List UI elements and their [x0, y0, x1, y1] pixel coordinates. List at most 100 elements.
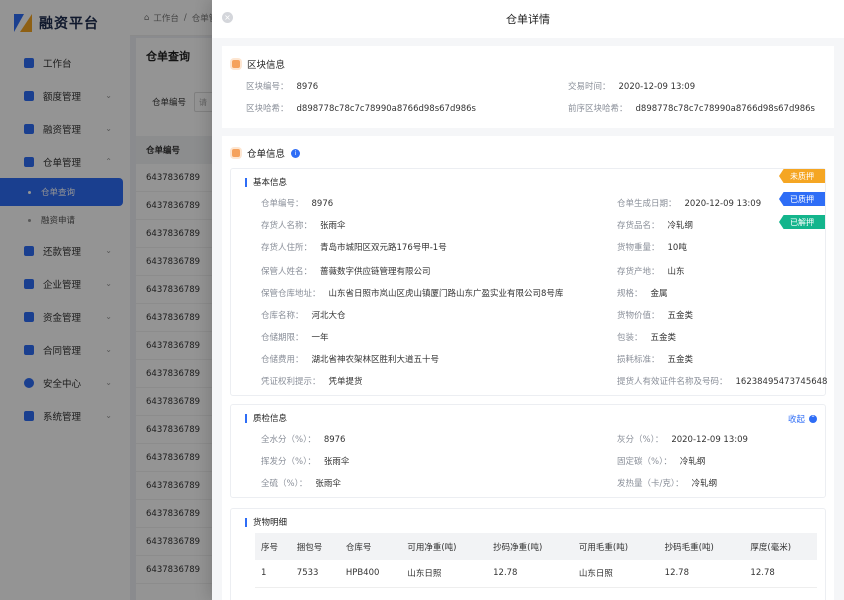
field-label: 存货人名称：: [261, 221, 313, 231]
receipt-date-field: 仓单生成日期： 2020-12-09 13:09: [617, 197, 761, 209]
loss-standard-field: 损耗标准： 五金类: [617, 353, 693, 365]
goods-origin-field: 存货产地： 山东: [617, 265, 685, 277]
table-cell: 12.78: [658, 560, 745, 588]
drawer-title: 仓单详情: [506, 13, 550, 26]
column-header: 抄码净重(吨): [487, 533, 573, 560]
field-value: 金属: [650, 289, 668, 299]
field-value: 河北大仓: [311, 311, 346, 321]
field-label: 区块编号：: [246, 82, 289, 92]
field-label: 货物重量：: [617, 243, 660, 253]
field-value: 蔷薇数字供应链管理有限公司: [320, 267, 431, 277]
field-value: 张雨伞: [315, 479, 341, 489]
field-value: 16238495473745648: [735, 377, 828, 387]
block-info-section: 区块信息 区块编号： 8976 交易时间： 2020-12-09 13:09 区块哈…: [222, 46, 834, 128]
field-value: 山东: [667, 267, 685, 277]
field-value: 一年: [311, 333, 329, 343]
field-value: d898778c78c7c78990a8766d98s67d986s: [635, 104, 815, 114]
table-cell: 12.78: [487, 560, 573, 588]
field-value: d898778c78c7c78990a8766d98s67d986s: [296, 104, 476, 114]
field-value: 山东省日照市岚山区虎山镇厦门路山东广盈实业有限公司8号库: [328, 289, 564, 299]
field-label: 前序区块哈希：: [568, 104, 628, 114]
goods-name-field: 存货品名： 冷轧纲: [617, 219, 693, 231]
field-label: 存货品名：: [617, 221, 660, 231]
field-label: 仓储费用：: [261, 355, 304, 365]
receipt-detail-drawer: × 仓单详情 区块信息 区块编号： 8976 交易时间： 2020-12-09 13…: [212, 0, 844, 600]
table-cell: 山东日照: [401, 560, 488, 588]
field-label: 保管仓库地址：: [261, 289, 321, 299]
receipt-info-section: 仓单信息 i 基本信息 未质押 已质押 已解押 仓单编号： 8976 存货人名称：…: [222, 136, 834, 600]
info-icon[interactable]: i: [291, 148, 301, 158]
drawer-header: × 仓单详情: [212, 0, 844, 38]
collapse-button[interactable]: 收起 ⌃: [788, 413, 817, 425]
field-label: 损耗标准：: [617, 355, 660, 365]
status-tag-unpledged: 未质押: [779, 169, 825, 183]
field-value: 8976: [311, 199, 334, 209]
status-tag-released: 已解押: [779, 215, 825, 229]
quality-info-panel: 质检信息 收起 ⌃ 全水分（%）： 8976 挥发分（%）： 张雨伞 全硫（%）： 张…: [230, 404, 826, 498]
section-icon: [232, 60, 240, 68]
column-header: 抄码毛重(吨): [658, 533, 745, 560]
collapse-label: 收起: [787, 415, 805, 425]
field-value: 2020-12-09 13:09: [684, 199, 762, 209]
field-label: 固定碳（%）：: [617, 457, 672, 467]
spec-field: 规格： 金属: [617, 287, 668, 299]
field-label: 凭证权利提示：: [261, 377, 321, 387]
field-label: 货物价值：: [617, 311, 660, 321]
column-header: 序号: [255, 533, 291, 560]
warehouse-address-field: 保管仓库地址： 山东省日照市岚山区虎山镇厦门路山东广盈实业有限公司8号库: [261, 287, 563, 299]
volatile-matter-field: 挥发分（%）： 张雨伞: [261, 455, 349, 467]
field-value: 冷轧纲: [691, 479, 718, 489]
goods-weight-field: 货物重量： 10吨: [617, 241, 687, 253]
table-cell: 12.78: [744, 560, 817, 588]
field-label: 仓库名称：: [261, 311, 304, 321]
field-label: 交易时间：: [568, 82, 611, 92]
field-label: 全水分（%）：: [261, 435, 316, 445]
field-value: 2020-12-09 13:09: [671, 435, 748, 445]
ash-field: 灰分（%）： 2020-12-09 13:09: [617, 433, 748, 445]
status-tag-pledged: 已质押: [779, 192, 825, 206]
total-sulfur-field: 全硫（%）： 张雨伞: [261, 477, 341, 489]
field-label: 挥发分（%）：: [261, 457, 316, 467]
field-value: 五金类: [667, 311, 694, 321]
field-label: 存货产地：: [617, 267, 660, 277]
storage-period-field: 仓储期限： 一年: [261, 331, 329, 343]
table-cell: HPB400: [339, 560, 402, 588]
field-label: 灰分（%）：: [617, 435, 664, 445]
field-value: 五金类: [650, 333, 677, 343]
section-icon: [232, 149, 240, 157]
field-value: 8976: [323, 435, 346, 445]
packaging-field: 包装： 五金类: [617, 331, 676, 343]
column-header: 可用毛重(吨): [572, 533, 659, 560]
column-header: 厚度(毫米): [744, 533, 817, 560]
column-header: 捆包号: [290, 533, 340, 560]
basic-info-panel: 基本信息 未质押 已质押 已解押 仓单编号： 8976 存货人名称： 张雨伞 存货人…: [230, 168, 828, 396]
quality-info-title: 质检信息: [245, 412, 287, 424]
block-info-title: 区块信息: [232, 57, 285, 71]
receipt-info-title: 仓单信息 i: [232, 146, 301, 160]
field-label: 存货人住所：: [261, 243, 313, 253]
field-label: 包装：: [617, 333, 643, 343]
sub-title-text: 基本信息: [253, 178, 288, 188]
goods-detail-panel: 货物明细 序号 捆包号 仓库号 可用净重(吨) 抄码净重(吨) 可用毛重(吨) 抄码毛重(吨…: [230, 508, 826, 600]
section-title-text: 区块信息: [247, 60, 286, 71]
field-value: 张雨伞: [323, 457, 350, 467]
field-label: 保管人姓名：: [261, 267, 313, 277]
field-label: 仓单生成日期：: [617, 199, 677, 209]
chevron-up-icon: ⌃: [809, 415, 817, 423]
field-label: 仓单编号：: [261, 199, 304, 209]
field-label: 区块哈希：: [246, 104, 289, 114]
keeper-name-field: 保管人姓名： 蔷薇数字供应链管理有限公司: [261, 265, 431, 277]
field-label: 发热量（卡/克）：: [617, 479, 684, 489]
section-title-text: 仓单信息: [247, 149, 286, 160]
field-value: 凭单提货: [328, 377, 363, 387]
receipt-number-field: 仓单编号： 8976: [261, 197, 333, 209]
field-label: 提货人有效证件名称及号码：: [617, 377, 728, 387]
basic-info-title: 基本信息: [245, 176, 287, 188]
close-icon[interactable]: ×: [222, 12, 233, 23]
field-label: 仓储期限：: [261, 333, 304, 343]
table-header-row: 序号 捆包号 仓库号 可用净重(吨) 抄码净重(吨) 可用毛重(吨) 抄码毛重(吨) 厚度(毫…: [255, 533, 817, 560]
fixed-carbon-field: 固定碳（%）： 冷轧纲: [617, 455, 705, 467]
table-body: 1 7533 HPB400 山东日照 12.78 山东日照 12.78 12.78: [255, 560, 817, 588]
goods-detail-title: 货物明细: [245, 516, 287, 528]
field-value: 冷轧纲: [667, 221, 694, 231]
